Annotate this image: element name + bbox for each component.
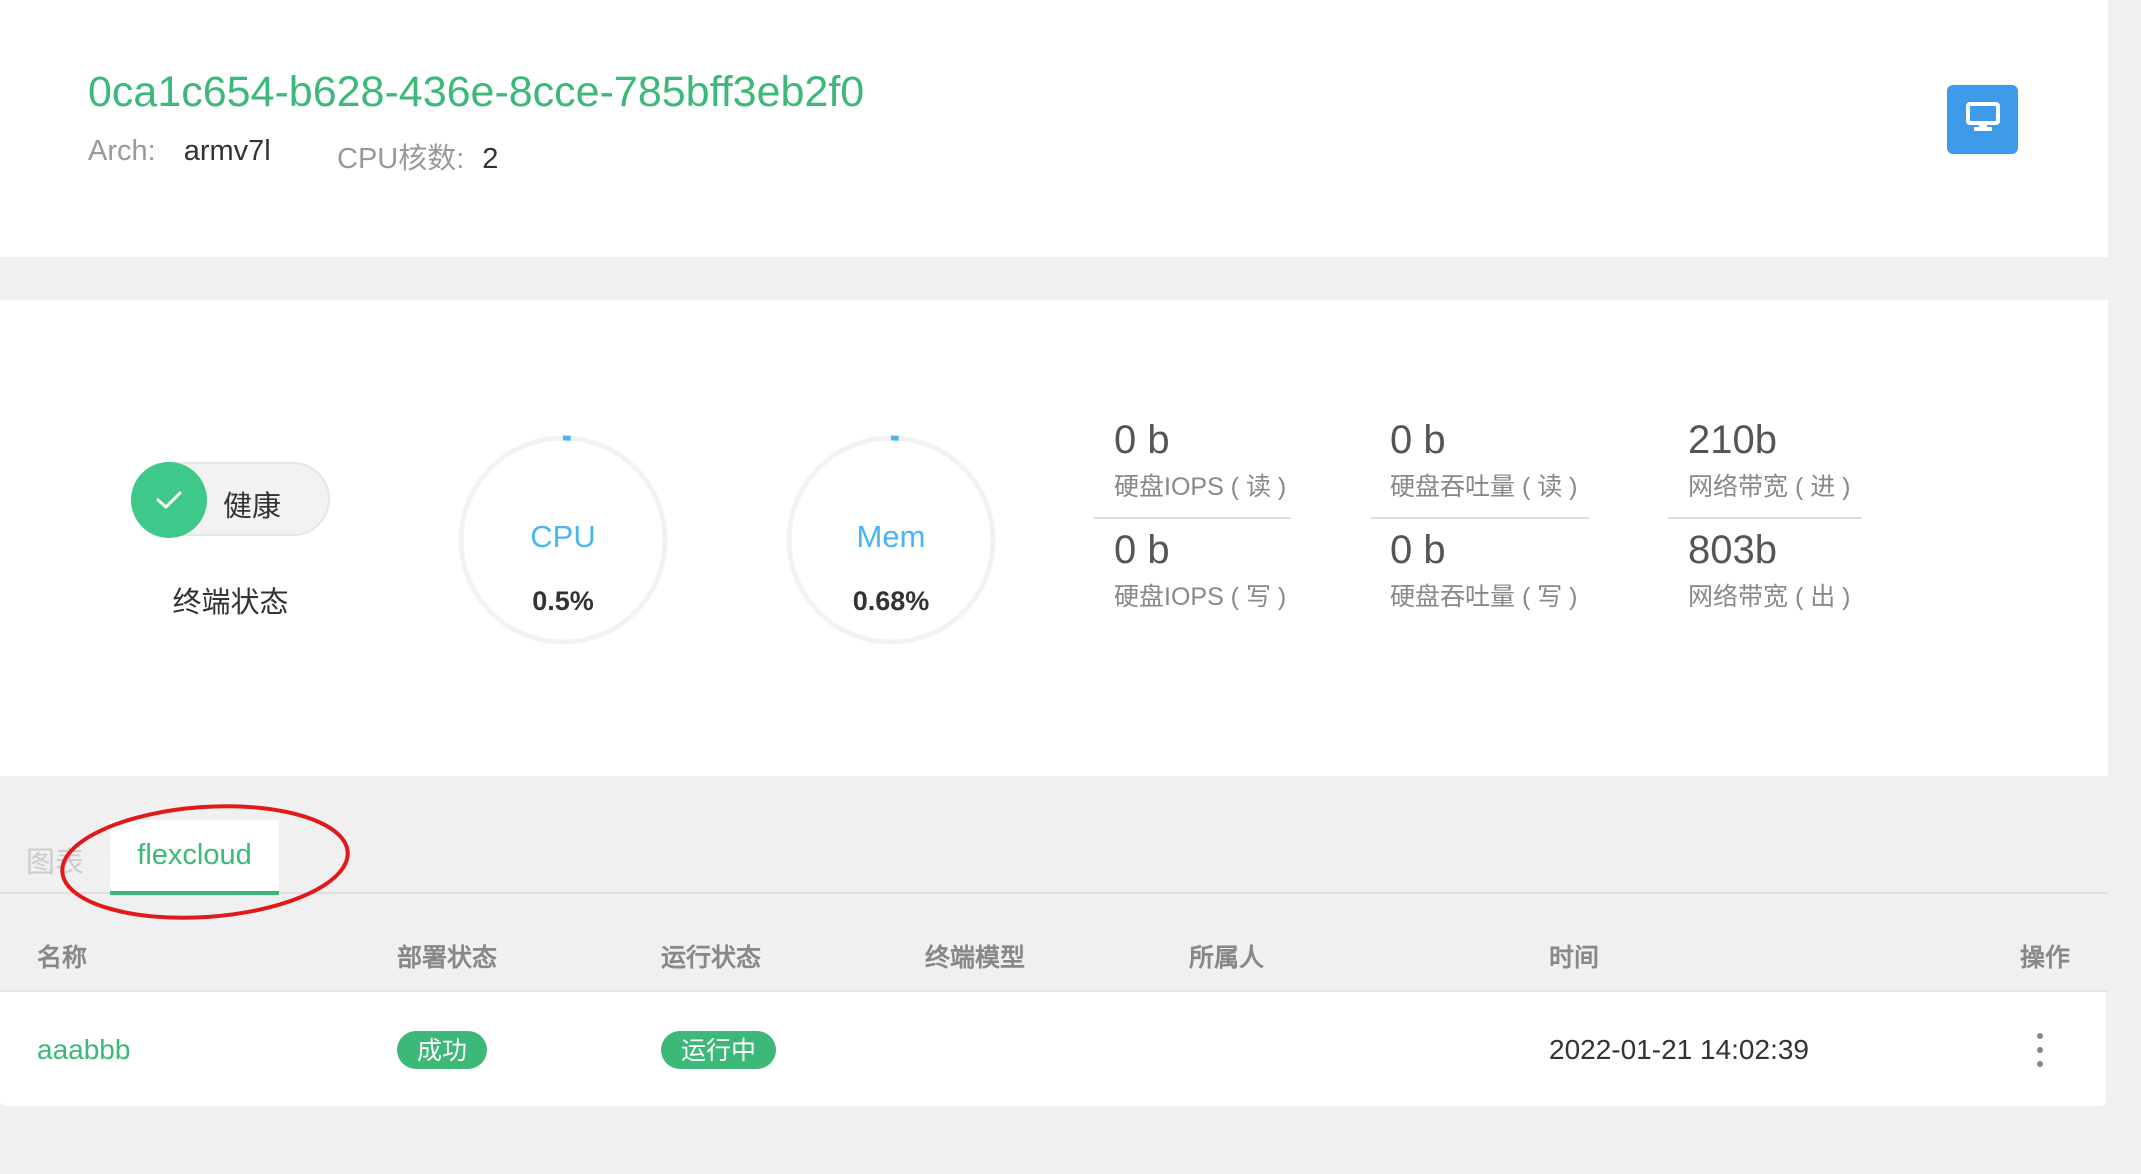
node-header-card: 0ca1c654-b628-436e-8cce-785bff3eb2f0 Arc… — [0, 0, 2108, 257]
cpu-cores-info: CPU核数: 2 — [337, 135, 498, 177]
metric-value: 210b — [1688, 418, 1777, 462]
node-id-title: 0ca1c654-b628-436e-8cce-785bff3eb2f0 — [88, 68, 865, 116]
column-header-name: 名称 — [37, 944, 88, 972]
row-time: 2022-01-21 14:02:39 — [1549, 1034, 1809, 1065]
metric-value: 803b — [1688, 528, 1777, 572]
column-header-run-status: 运行状态 — [661, 944, 762, 972]
metric-divider — [1094, 517, 1291, 519]
more-vertical-icon — [2037, 1033, 2043, 1039]
mem-gauge-label: Mem — [856, 519, 926, 554]
metric-value: 0 b — [1390, 418, 1446, 462]
disk-iops-read-metric: 0 b 硬盘IOPS ( 读 ) — [1114, 418, 1286, 503]
column-header-owner: 所属人 — [1189, 944, 1265, 972]
arch-label: Arch: — [88, 135, 156, 167]
monitor-icon — [1965, 102, 2000, 137]
tab-flexcloud[interactable]: flexcloud — [110, 820, 279, 895]
check-icon — [131, 462, 207, 538]
metric-value: 0 b — [1390, 528, 1446, 572]
row-name-link[interactable]: aaabbb — [37, 1034, 130, 1066]
metric-label: 网络带宽 ( 进 ) — [1688, 473, 1851, 501]
metric-label: 硬盘IOPS ( 读 ) — [1114, 473, 1287, 501]
mem-gauge-value: 0.68% — [852, 586, 930, 616]
disk-iops-write-metric: 0 b 硬盘IOPS ( 写 ) — [1114, 528, 1286, 613]
more-vertical-icon-dot — [2037, 1047, 2043, 1053]
more-actions-button[interactable] — [2025, 1030, 2055, 1070]
cpu-gauge-label: CPU — [530, 519, 596, 554]
network-out-metric: 803b 网络带宽 ( 出 ) — [1688, 528, 1851, 613]
metric-divider — [1668, 517, 1862, 519]
metric-divider — [1371, 517, 1589, 519]
monitor-button[interactable] — [1947, 85, 2018, 154]
run-status-badge: 运行中 — [661, 1031, 777, 1069]
deploy-status-badge: 成功 — [397, 1031, 488, 1069]
metric-label: 硬盘吞吐量 ( 写 ) — [1390, 583, 1578, 611]
mem-gauge: Mem 0.68% — [786, 435, 996, 645]
arch-info: Arch: armv7l — [88, 135, 271, 168]
network-in-metric: 210b 网络带宽 ( 进 ) — [1688, 418, 1851, 503]
tab-bar-divider — [0, 892, 2108, 894]
disk-throughput-read-metric: 0 b 硬盘吞吐量 ( 读 ) — [1390, 418, 1578, 503]
terminal-status-caption: 终端状态 — [172, 587, 289, 619]
column-header-deploy-status: 部署状态 — [397, 944, 498, 972]
metric-label: 硬盘吞吐量 ( 读 ) — [1390, 473, 1578, 501]
arch-value: armv7l — [183, 135, 271, 167]
more-vertical-icon-dot — [2037, 1061, 2043, 1067]
column-header-time: 时间 — [1549, 944, 1600, 972]
cpu-cores-value: 2 — [482, 143, 499, 175]
metric-label: 网络带宽 ( 出 ) — [1688, 583, 1851, 611]
column-header-actions: 操作 — [2020, 944, 2071, 972]
disk-throughput-write-metric: 0 b 硬盘吞吐量 ( 写 ) — [1390, 528, 1578, 613]
health-status-text: 健康 — [223, 491, 282, 523]
cpu-gauge-value: 0.5% — [532, 586, 594, 616]
health-status-pill: 健康 — [131, 462, 330, 538]
metric-value: 0 b — [1114, 418, 1170, 462]
cpu-cores-label: CPU核数: — [337, 143, 465, 175]
cpu-gauge: CPU 0.5% — [458, 435, 668, 645]
metric-value: 0 b — [1114, 528, 1170, 572]
tab-chart[interactable]: 图表 — [26, 839, 84, 881]
column-header-model: 终端模型 — [925, 944, 1026, 972]
metric-label: 硬盘IOPS ( 写 ) — [1114, 583, 1287, 611]
